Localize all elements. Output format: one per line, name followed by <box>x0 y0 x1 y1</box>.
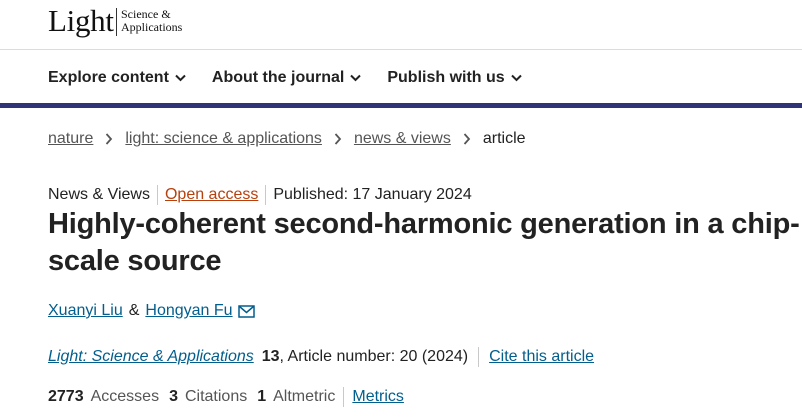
breadcrumb-nature[interactable]: nature <box>48 130 93 148</box>
published-date: Published: 17 January 2024 <box>273 186 472 203</box>
chevron-down-icon <box>175 74 186 82</box>
meta-divider <box>343 387 345 407</box>
article-number: , Article number: 20 (2024) <box>279 348 469 365</box>
article-metrics: 2773 Accesses 3 Citations 1 Altmetric Me… <box>48 387 404 407</box>
open-access-link[interactable]: Open access <box>165 186 258 204</box>
breadcrumb-journal[interactable]: light: science & applications <box>125 130 322 148</box>
header-divider <box>0 49 802 50</box>
chevron-right-icon <box>106 133 113 145</box>
metrics-link[interactable]: Metrics <box>352 388 404 406</box>
breadcrumb-current: article <box>482 130 526 147</box>
nav-label: Explore content <box>48 69 169 86</box>
logo-subtitle-line1: Science & <box>121 7 171 21</box>
journal-volume: 13 <box>261 348 280 365</box>
logo-wordmark: Light <box>48 3 114 38</box>
main-nav: Explore content About the journal Publis… <box>48 66 548 90</box>
chevron-down-icon <box>350 74 362 82</box>
logo-subtitle-line2: Applications <box>121 20 183 34</box>
citations-count: 3 <box>169 388 178 405</box>
citations-label: Citations <box>184 388 248 405</box>
logo-divider <box>116 8 117 36</box>
chevron-right-icon <box>463 133 471 145</box>
meta-divider <box>478 347 480 367</box>
breadcrumb: nature light: science & applications new… <box>48 130 526 148</box>
accesses-count: 2773 <box>48 388 84 405</box>
author-list: Xuanyi Liu & Hongyan Fu <box>48 302 255 320</box>
chevron-right-icon <box>334 133 342 145</box>
article-meta: News & Views Open access Published: 17 J… <box>48 185 472 205</box>
citation-line: Light: Science & Applications 13 , Artic… <box>48 347 594 367</box>
envelope-icon[interactable] <box>237 304 255 318</box>
nav-accent-bar <box>0 103 802 108</box>
nav-label: Publish with us <box>387 69 505 86</box>
author-link[interactable]: Hongyan Fu <box>145 302 232 320</box>
cite-article-link[interactable]: Cite this article <box>489 348 594 366</box>
logo-subtitle: Science & Applications <box>121 8 182 34</box>
breadcrumb-news-views[interactable]: news & views <box>354 130 451 148</box>
accesses-label: Accesses <box>90 388 160 405</box>
nav-about-journal[interactable]: About the journal <box>211 66 362 90</box>
article-type: News & Views <box>48 186 150 203</box>
journal-link[interactable]: Light: Science & Applications <box>48 348 254 366</box>
nav-publish-with-us[interactable]: Publish with us <box>387 66 522 90</box>
meta-divider <box>156 185 158 205</box>
altmetric-label: Altmetric <box>273 388 336 405</box>
meta-divider <box>265 185 267 205</box>
author-joiner: & <box>128 302 140 319</box>
chevron-down-icon <box>510 74 522 82</box>
nav-label: About the journal <box>211 69 345 86</box>
article-title: Highly-coherent second-harmonic generati… <box>48 208 800 277</box>
altmetric-count: 1 <box>257 388 267 405</box>
nav-explore-content[interactable]: Explore content <box>48 66 186 90</box>
author-link[interactable]: Xuanyi Liu <box>48 302 123 320</box>
